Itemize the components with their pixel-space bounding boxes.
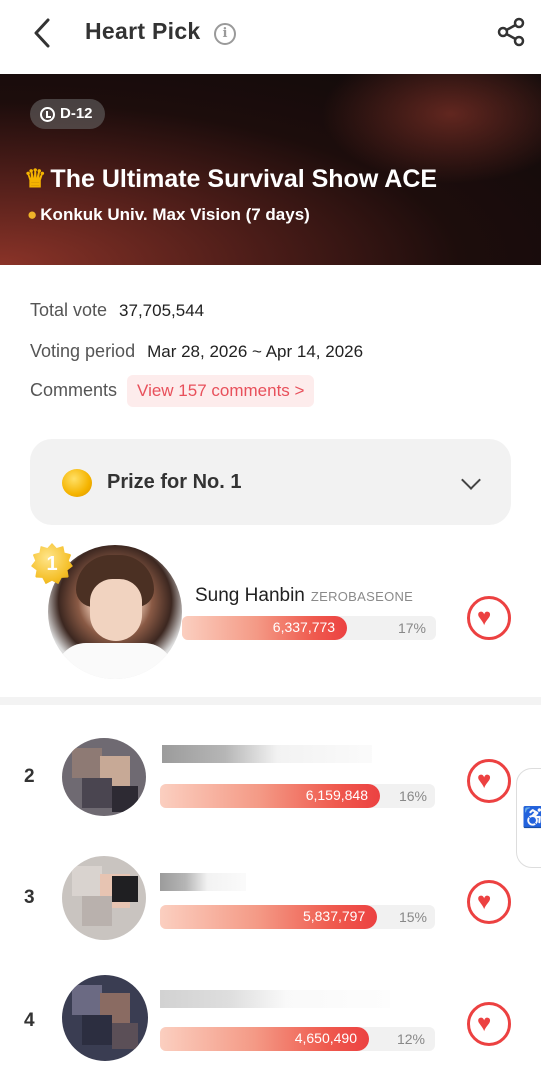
prize-label: Prize for No. 1 [107, 471, 242, 493]
page-title: Heart Pick [85, 18, 201, 44]
candidate-name-text: Sung Hanbin [195, 585, 305, 606]
dday-badge: D-12 [30, 99, 105, 129]
voting-period-value: Mar 28, 2026 ~ Apr 14, 2026 [147, 342, 364, 361]
crown-icon: ♛ [24, 165, 47, 193]
share-icon[interactable] [495, 16, 527, 48]
heart-icon: ♥ [477, 888, 492, 915]
vote-count: 6,337,773 [272, 619, 336, 635]
rank-number-2: 2 [24, 766, 35, 787]
comments-row: Comments View 157 comments > [30, 375, 315, 407]
accessibility-icon: ♿ [522, 807, 541, 829]
top-bar: Heart Pick i [0, 0, 541, 74]
vote-bar-fill: 4,650,490 [160, 1027, 369, 1051]
coin-icon [62, 469, 92, 497]
voting-period-row: Voting period Mar 28, 2026 ~ Apr 14, 2026 [30, 341, 363, 362]
vote-percent: 12% [396, 1031, 425, 1047]
total-vote-row: Total vote 37,705,544 [30, 300, 204, 321]
vote-heart-button-3[interactable]: ♥ [467, 880, 511, 924]
dday-text: D-12 [60, 105, 93, 122]
event-title: ♛ The Ultimate Survival Show ACE [24, 164, 437, 194]
prize-dropdown[interactable]: Prize for No. 1 [30, 439, 511, 525]
section-divider [0, 697, 541, 705]
vote-heart-button-4[interactable]: ♥ [467, 1002, 511, 1046]
redacted-name-3 [160, 873, 246, 891]
vote-bar-fill: 5,837,797 [160, 905, 378, 929]
info-icon[interactable]: i [214, 23, 236, 45]
chevron-down-icon[interactable] [461, 470, 481, 490]
vote-bar-fill: 6,159,848 [160, 784, 380, 808]
total-vote-label: Total vote [30, 300, 108, 320]
redacted-name-2 [162, 745, 372, 763]
vote-count: 5,837,797 [302, 908, 366, 924]
medal-icon: ● [27, 205, 38, 224]
event-subtitle: ● Konkuk Univ. Max Vision (7 days) [27, 205, 310, 225]
vote-count: 4,650,490 [294, 1030, 357, 1046]
event-banner: D-12 ♛ The Ultimate Survival Show ACE ● Ko… [0, 74, 541, 265]
voting-period-label: Voting period [30, 341, 136, 361]
rank-number-4: 4 [24, 1010, 35, 1031]
event-title-text: The Ultimate Survival Show ACE [50, 165, 438, 193]
avatar-rank-3[interactable] [62, 856, 146, 940]
vote-percent: 16% [398, 788, 427, 804]
heart-icon: ♥ [477, 604, 492, 631]
vote-heart-button-1[interactable]: ♥ [467, 596, 511, 640]
avatar-rank-4[interactable] [62, 975, 148, 1061]
avatar-rank-2[interactable] [62, 738, 146, 816]
chevron-left-icon[interactable] [28, 16, 58, 50]
heart-icon: ♥ [477, 1010, 492, 1037]
event-subtitle-text: Konkuk Univ. Max Vision (7 days) [40, 205, 310, 224]
comments-label: Comments [30, 380, 118, 400]
vote-heart-button-2[interactable]: ♥ [467, 759, 511, 803]
vote-bar-1: 6,337,773 17% [182, 616, 436, 640]
redacted-name-4 [160, 990, 390, 1008]
rank-number-3: 3 [24, 887, 35, 908]
heart-icon: ♥ [477, 767, 492, 794]
vote-bar-2: 6,159,848 16% [160, 784, 435, 808]
candidate-group: ZEROBASEONE [310, 589, 414, 604]
total-vote-value: 37,705,544 [119, 301, 205, 320]
vote-bar-3: 5,837,797 15% [160, 905, 435, 929]
accessibility-tab[interactable]: ♿ [516, 768, 541, 868]
vote-percent: 17% [397, 620, 426, 636]
vote-count: 6,159,848 [305, 787, 368, 803]
candidate-name-1: Sung Hanbin ZEROBASEONE [195, 585, 413, 607]
vote-percent: 15% [398, 909, 427, 925]
view-comments-button[interactable]: View 157 comments > [127, 375, 315, 407]
vote-bar-fill: 6,337,773 [182, 616, 348, 640]
vote-bar-4: 4,650,490 12% [160, 1027, 435, 1051]
clock-icon [40, 106, 55, 122]
